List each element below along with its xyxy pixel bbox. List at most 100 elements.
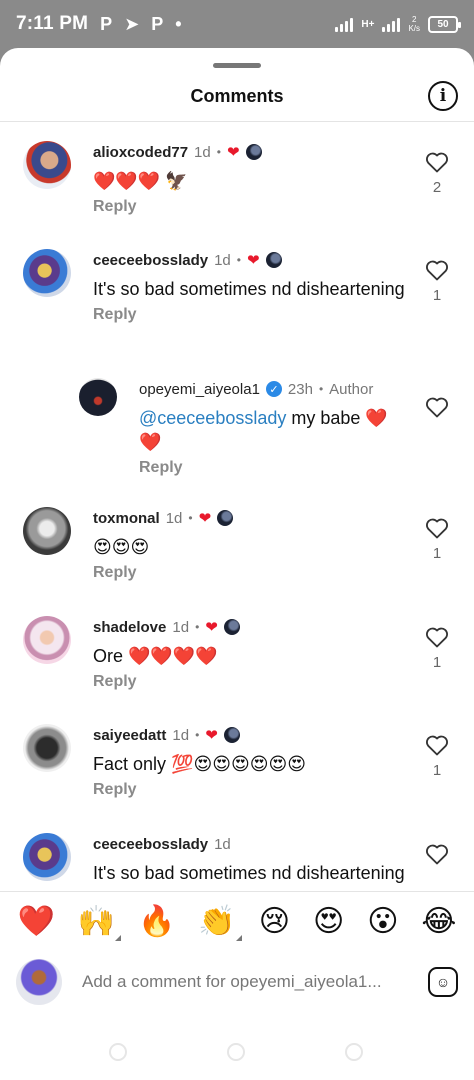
- separator-dot: •: [195, 620, 200, 634]
- sticker-icon[interactable]: ☺: [428, 967, 458, 997]
- like-count[interactable]: 1: [422, 545, 452, 562]
- system-nav-bar: [0, 1033, 474, 1080]
- comment-item: toxmonal 1d • ❤ 😍😍😍 Reply 1: [0, 507, 474, 617]
- like-control: 1: [422, 259, 452, 304]
- comment-text: 😍😍😍: [93, 537, 150, 557]
- reaction-cry[interactable]: 😢: [259, 906, 290, 937]
- reaction-fire[interactable]: 🔥: [138, 906, 175, 937]
- separator-dot: •: [236, 253, 241, 267]
- comment-time: 1d: [194, 143, 211, 161]
- reply-button[interactable]: Reply: [93, 198, 137, 216]
- like-control: [422, 843, 452, 865]
- reply-item: opeyemi_aiyeola1 ✓ 23h • Author @ceeceeb…: [0, 378, 474, 498]
- comment-time: 1d: [172, 726, 190, 744]
- comment-text: Ore ❤️❤️❤️❤️: [93, 646, 218, 666]
- reaction-laugh[interactable]: 😂: [421, 906, 456, 937]
- reply-button[interactable]: Reply: [93, 564, 137, 582]
- author-liked-heart-icon: ❤: [246, 251, 260, 269]
- like-count[interactable]: 1: [422, 762, 452, 779]
- telegram-icon: ➤: [124, 13, 140, 34]
- battery-level: 50: [437, 18, 449, 30]
- author-mini-avatar: [223, 727, 240, 743]
- app-notification-icon: P: [100, 13, 113, 34]
- comment-item: ceeceebosslady 1d It's so bad sometimes …: [0, 833, 474, 890]
- reply-button[interactable]: Reply: [93, 306, 137, 324]
- avatar[interactable]: [79, 378, 117, 416]
- drag-handle[interactable]: [213, 63, 261, 68]
- avatar[interactable]: [23, 141, 71, 189]
- reaction-heart-eyes[interactable]: 😍: [313, 906, 344, 937]
- like-count[interactable]: 1: [422, 654, 452, 671]
- comment-item: saiyeedatt 1d • ❤ Fact only 💯😍😍😍😍😍😍 Repl…: [0, 724, 474, 834]
- comment-username[interactable]: alioxcoded77: [93, 144, 188, 161]
- author-mini-avatar: [265, 252, 282, 268]
- heart-outline-icon[interactable]: [425, 259, 449, 281]
- more-notifications-icon: •: [175, 13, 182, 34]
- info-icon[interactable]: i: [428, 81, 458, 111]
- heart-outline-icon[interactable]: [425, 396, 449, 418]
- comment-time: 1d: [214, 835, 231, 853]
- author-mini-avatar: [217, 510, 234, 526]
- comment-username[interactable]: ceeceebosslady: [93, 836, 208, 853]
- avatar[interactable]: [23, 724, 71, 772]
- home-nav-icon[interactable]: [227, 1043, 245, 1061]
- network-type: H+: [361, 18, 375, 30]
- comment-item: shadelove 1d • ❤ Ore ❤️❤️❤️❤️ Reply 1: [0, 616, 474, 726]
- back-nav-icon[interactable]: [109, 1043, 127, 1061]
- mention-link[interactable]: @ceeceebosslady: [139, 408, 286, 428]
- recents-nav-icon[interactable]: [345, 1043, 363, 1061]
- heart-outline-icon[interactable]: [425, 151, 449, 173]
- status-app-icons: P ➤ P •: [100, 14, 181, 35]
- skin-tone-indicator: [235, 934, 242, 941]
- heart-outline-icon[interactable]: [425, 517, 449, 539]
- author-mini-avatar: [223, 619, 240, 635]
- like-control: 2: [422, 151, 452, 196]
- avatar[interactable]: [23, 616, 71, 664]
- avatar[interactable]: [23, 833, 71, 881]
- avatar[interactable]: [23, 507, 71, 555]
- comments-sheet: Comments i alioxcoded77 1d • ❤ ❤️❤️❤️ 🦅 …: [0, 48, 474, 1080]
- like-control: [422, 396, 452, 418]
- comment-username[interactable]: saiyeedatt: [93, 727, 166, 744]
- reaction-raised-hands[interactable]: 🙌: [77, 903, 122, 941]
- skin-tone-indicator: [115, 934, 122, 941]
- comment-username[interactable]: shadelove: [93, 619, 166, 636]
- comment-text: It's so bad sometimes nd disheartening: [93, 863, 405, 883]
- battery-icon: 50: [428, 15, 461, 33]
- reply-button[interactable]: Reply: [93, 781, 137, 799]
- author-label: Author: [329, 380, 374, 398]
- sheet-header: Comments i: [0, 72, 474, 122]
- comment-time: 23h: [287, 380, 313, 398]
- reaction-raised-hands-emoji: 🙌: [77, 903, 116, 939]
- like-count[interactable]: 1: [422, 287, 452, 304]
- comment-username[interactable]: ceeceebosslady: [93, 252, 208, 269]
- author-liked-heart-icon: ❤: [205, 618, 218, 636]
- comment-text: Fact only 💯😍😍😍😍😍😍: [93, 754, 307, 774]
- like-control: 1: [422, 734, 452, 779]
- signal-icon: [335, 16, 354, 32]
- reaction-surprised[interactable]: 😮: [367, 906, 398, 937]
- separator-dot: •: [188, 511, 193, 525]
- author-liked-heart-icon: ❤: [205, 726, 218, 744]
- comment-text: ❤️❤️❤️ 🦅: [93, 171, 188, 191]
- avatar[interactable]: [23, 249, 71, 297]
- separator-dot: •: [195, 728, 200, 742]
- heart-outline-icon[interactable]: [425, 843, 449, 865]
- status-indicators: H+ 2 K/s 50: [335, 15, 461, 33]
- author-liked-heart-icon: ❤: [226, 143, 240, 161]
- comment-list[interactable]: alioxcoded77 1d • ❤ ❤️❤️❤️ 🦅 Reply 2 cee…: [0, 123, 474, 890]
- reaction-clap[interactable]: 👏: [198, 906, 242, 941]
- data-speed: 2 K/s: [408, 15, 420, 33]
- quick-reactions-bar: ❤️ 🙌 🔥 👏 😢 😍 😮 😂: [0, 891, 474, 951]
- reply-button[interactable]: Reply: [93, 673, 137, 691]
- like-count[interactable]: 2: [422, 179, 452, 196]
- verified-badge-icon: ✓: [265, 381, 282, 397]
- comment-username[interactable]: opeyemi_aiyeola1: [139, 381, 260, 398]
- reaction-heart[interactable]: ❤️: [17, 906, 54, 937]
- comment-username[interactable]: toxmonal: [93, 510, 160, 527]
- heart-outline-icon[interactable]: [425, 734, 449, 756]
- reply-button[interactable]: Reply: [139, 459, 183, 477]
- comment-input[interactable]: Add a comment for opeyemi_aiyeola1...: [82, 972, 414, 992]
- my-avatar: [16, 959, 62, 1005]
- heart-outline-icon[interactable]: [425, 626, 449, 648]
